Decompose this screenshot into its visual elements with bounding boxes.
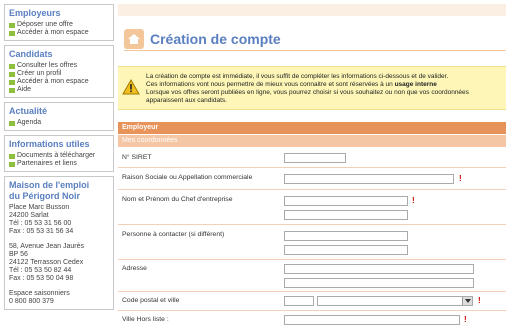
bullet-icon [9, 153, 15, 159]
siret-input[interactable] [284, 153, 346, 163]
ville-hors-liste-input[interactable] [284, 315, 460, 325]
chef-nom-input[interactable] [284, 196, 408, 206]
label-horsliste: Ville Hors liste : [122, 316, 169, 323]
required-mark: ! [478, 296, 481, 305]
bullet-icon [9, 79, 15, 85]
adresse-line1-input[interactable] [284, 264, 474, 274]
link-agenda[interactable]: Agenda [9, 119, 109, 127]
link-employeur-espace[interactable]: Accéder à mon espace [9, 29, 109, 37]
notice-line-1: La création de compte est immédiate, il … [146, 73, 449, 80]
label-chef: Nom et Prénom du Chef d'entreprise [122, 196, 233, 203]
required-mark: ! [412, 196, 415, 205]
link-candidat-espace[interactable]: Accéder à mon espace [9, 78, 109, 86]
link-deposer-offre[interactable]: Déposer une offre [9, 21, 109, 29]
bullet-icon [9, 71, 15, 77]
address-terrasson: 58, Avenue Jean Jaurès BP 56 24122 Terra… [9, 243, 84, 282]
link-consulter-offres[interactable]: Consulter les offres [9, 62, 109, 70]
title-divider [124, 50, 506, 51]
employeurs-heading: Employeurs [9, 8, 61, 18]
row-horsliste: Ville Hors liste : ! [118, 312, 506, 330]
label-contact: Personne à contacter (si différent) [122, 231, 225, 238]
notice-emphasis: usage interne [394, 81, 437, 88]
bullet-icon [9, 63, 15, 69]
bullet-icon [9, 30, 15, 36]
sidebar: Employeurs Déposer une offre Accéder à m… [4, 4, 114, 314]
row-contact: Personne à contacter (si différent) [118, 226, 506, 260]
link-label: Accéder à mon espace [17, 78, 89, 85]
warning-icon [122, 79, 140, 95]
code-postal-input[interactable] [284, 296, 314, 306]
link-label: Déposer une offre [17, 21, 73, 28]
chevron-down-icon[interactable] [462, 297, 472, 305]
bullet-icon [9, 87, 15, 93]
address-sarlat: Place Marc Busson 24200 Sarlat Tél : 05 … [9, 204, 74, 235]
bullet-icon [9, 161, 15, 167]
notice-text: La création de compte est immédiate, il … [146, 73, 504, 105]
link-label: Aide [17, 86, 32, 93]
actualite-box: Actualité Agenda [4, 102, 114, 131]
adresse-line2-input[interactable] [284, 278, 474, 288]
page-title: Création de compte [150, 31, 281, 47]
link-partenaires[interactable]: Partenaires et liens [9, 160, 109, 168]
employeurs-box: Employeurs Déposer une offre Accéder à m… [4, 4, 114, 41]
row-chef: Nom et Prénom du Chef d'entreprise ! [118, 191, 506, 225]
row-siret: N° SIRET [118, 148, 506, 168]
contact-prenom-input[interactable] [284, 245, 408, 255]
info-notice: La création de compte est immédiate, il … [118, 66, 506, 110]
chef-prenom-input[interactable] [284, 210, 408, 220]
bullet-icon [9, 22, 15, 28]
link-creer-profil[interactable]: Créer un profil [9, 70, 109, 78]
link-documents[interactable]: Documents à télécharger [9, 152, 109, 160]
label-cp: Code postal et ville [122, 297, 180, 304]
row-cp: Code postal et ville ! [118, 293, 506, 311]
subsection-coordonnees: Mes coordonnées [118, 135, 506, 147]
link-label: Documents à télécharger [17, 152, 96, 159]
label-adresse: Adresse [122, 265, 147, 272]
ville-select[interactable] [317, 296, 473, 306]
link-label: Agenda [17, 119, 42, 126]
link-aide[interactable]: Aide [9, 86, 109, 94]
candidats-box: Candidats Consulter les offres Créer un … [4, 45, 114, 98]
raison-input[interactable] [284, 174, 454, 184]
actualite-heading: Actualité [9, 106, 48, 116]
label-siret: N° SIRET [122, 154, 152, 161]
link-label: Accéder à mon espace [17, 29, 89, 36]
row-adresse: Adresse [118, 261, 506, 292]
infos-box: Informations utiles Documents à téléchar… [4, 135, 114, 172]
candidats-heading: Candidats [9, 49, 53, 59]
home-icon [124, 29, 144, 49]
required-mark: ! [464, 315, 467, 324]
maison-box: Maison de l'emploi du Périgord Noir Plac… [4, 176, 114, 310]
link-label: Créer un profil [17, 70, 62, 77]
required-mark: ! [459, 174, 462, 183]
page-header: Création de compte [124, 28, 281, 50]
label-raison: Raison Sociale ou Appellation commercial… [122, 174, 253, 181]
notice-line-3: Lorsque vos offres seront publiées en li… [146, 89, 469, 104]
contact-nom-input[interactable] [284, 231, 408, 241]
row-raison: Raison Sociale ou Appellation commercial… [118, 169, 506, 190]
top-band [118, 4, 506, 16]
main-content: Création de compte La création de compte… [118, 4, 506, 330]
espace-saisonniers: Espace saisonniers 0 800 800 379 [9, 290, 70, 305]
notice-line-2: Ces informations vont nous permettre de … [146, 81, 395, 88]
link-label: Partenaires et liens [17, 160, 77, 167]
link-label: Consulter les offres [17, 62, 78, 69]
section-employeur: Employeur [118, 122, 506, 134]
bullet-icon [9, 120, 15, 126]
infos-heading: Informations utiles [9, 139, 90, 149]
maison-heading: Maison de l'emploi du Périgord Noir [9, 180, 90, 201]
